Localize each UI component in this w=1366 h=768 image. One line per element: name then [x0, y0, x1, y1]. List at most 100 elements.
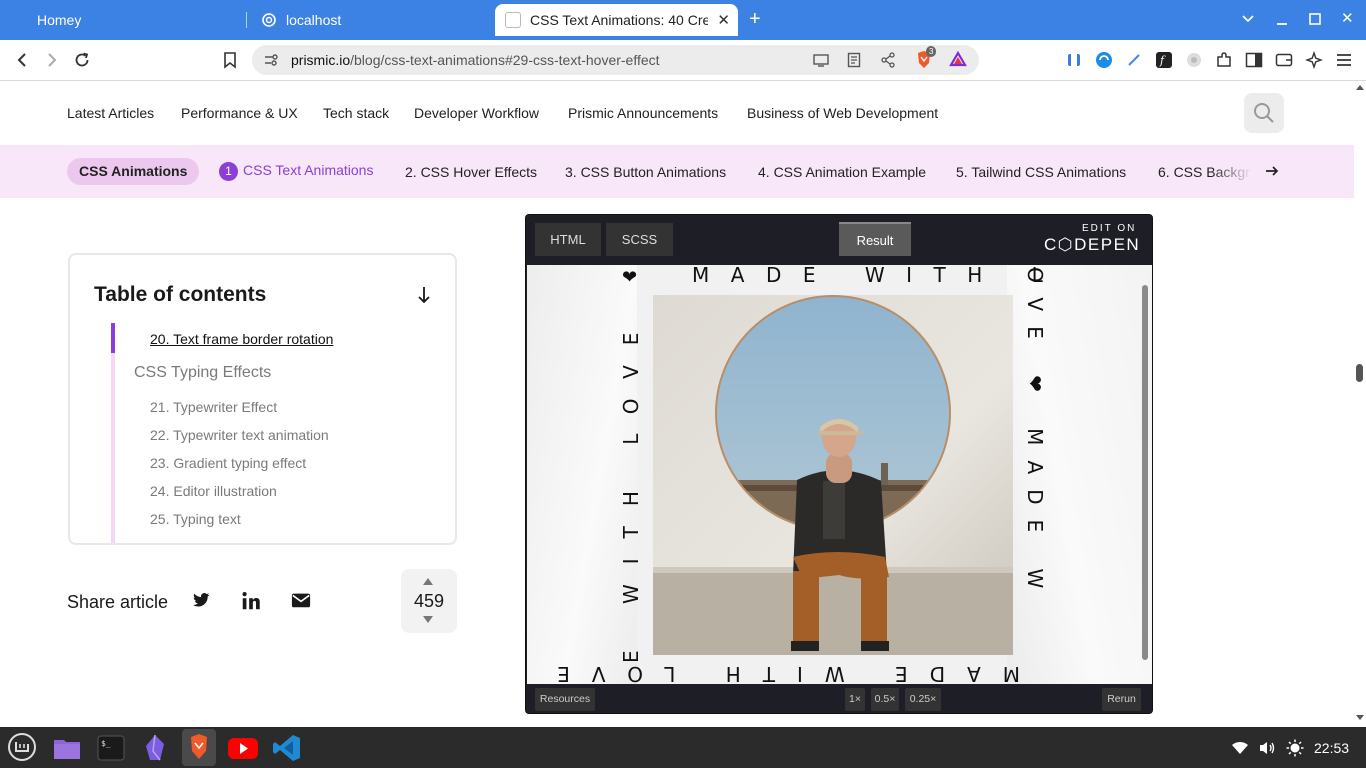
rerun-button[interactable]: Rerun	[1102, 688, 1141, 711]
heart-icon: ❤	[622, 267, 638, 288]
files-icon[interactable]	[52, 733, 82, 763]
zoom-half-button[interactable]: 0.5×	[871, 688, 899, 711]
url-path: /blog/css-text-animations#29-css-text-ho…	[350, 52, 660, 68]
toc-section-heading[interactable]: CSS Typing Effects	[134, 364, 271, 382]
series-item-hover-effects[interactable]: 2. CSS Hover Effects	[405, 164, 537, 180]
series-pill-css-animations[interactable]: CSS Animations	[67, 158, 200, 185]
font-extension-icon[interactable]: f	[1154, 50, 1174, 70]
current-label: CSS Text Animations	[243, 162, 374, 178]
series-item-current[interactable]: 1 CSS Text Animations	[219, 162, 373, 181]
email-icon[interactable]	[290, 590, 312, 612]
codepen-tab-result[interactable]: Result	[839, 222, 911, 256]
nav-performance-ux[interactable]: Performance & UX	[181, 105, 298, 121]
extension-sidepanel-icon[interactable]	[1064, 50, 1084, 70]
share-icon[interactable]	[880, 52, 896, 73]
close-window-icon[interactable]: ✕	[1341, 9, 1354, 29]
nav-prismic-announcements[interactable]: Prismic Announcements	[568, 105, 718, 121]
downvote-icon[interactable]	[423, 616, 433, 623]
toc-item-active[interactable]: 20. Text frame border rotation	[150, 331, 333, 347]
tab-css-text-animations[interactable]: CSS Text Animations: 40 Crea ✕	[495, 4, 738, 36]
resources-button[interactable]: Resources	[535, 688, 595, 711]
url-domain: prismic.io	[291, 52, 351, 68]
youtube-icon[interactable]	[227, 733, 258, 763]
back-icon[interactable]	[12, 50, 32, 70]
codepen-logo[interactable]: C⬡DEPEN	[1044, 235, 1140, 255]
linkedin-icon[interactable]	[240, 590, 262, 612]
toc-item[interactable]: 22. Typewriter text animation	[150, 427, 329, 443]
brave-rewards-icon[interactable]	[949, 50, 967, 72]
brave-taskbar-icon[interactable]	[182, 729, 216, 766]
mint-menu-icon[interactable]	[7, 732, 37, 762]
vote-widget: 459	[401, 569, 457, 633]
pen-extension-icon[interactable]	[1124, 50, 1144, 70]
codepen-tab-html[interactable]: HTML	[535, 223, 601, 256]
series-item-button-animations[interactable]: 3. CSS Button Animations	[565, 164, 726, 180]
toc-item[interactable]: 24. Editor illustration	[150, 483, 277, 499]
vote-count: 459	[413, 591, 445, 611]
frame-text-bottom: MADE WITH LOVE ❤	[527, 662, 1020, 684]
brightness-icon[interactable]	[1286, 739, 1304, 762]
page-scrollbar[interactable]	[1354, 81, 1366, 727]
edit-on-label: EDIT ON	[1082, 223, 1137, 234]
leo-ai-icon[interactable]	[1304, 50, 1324, 70]
nav-tech-stack[interactable]: Tech stack	[323, 105, 389, 121]
address-bar[interactable]: prismic.io/blog/css-text-animations#29-c…	[252, 45, 979, 75]
maximize-icon[interactable]	[1308, 9, 1322, 35]
toc-item[interactable]: 21. Typewriter Effect	[150, 399, 277, 415]
result-scrollbar[interactable]	[1140, 273, 1150, 677]
wifi-icon[interactable]	[1231, 740, 1249, 761]
sidebar-toggle-icon[interactable]	[1244, 50, 1264, 70]
toc-item[interactable]: 23. Gradient typing effect	[150, 455, 306, 471]
twitter-icon[interactable]	[191, 590, 213, 612]
site-top-nav: Latest Articles Performance & UX Tech st…	[0, 81, 1354, 145]
codepen-embed: HTML SCSS Result EDIT ON C⬡DEPEN MADE WI…	[525, 214, 1153, 714]
scrollbar-thumb[interactable]	[1142, 285, 1148, 660]
vscode-icon[interactable]	[272, 733, 302, 763]
new-tab-button[interactable]: +	[749, 9, 761, 29]
site-settings-icon[interactable]	[263, 52, 279, 73]
tab-homey[interactable]: Homey	[4, 4, 244, 36]
wallet-icon[interactable]	[1274, 50, 1294, 70]
menu-icon[interactable]	[1334, 50, 1354, 70]
arrow-right-icon[interactable]	[1264, 161, 1280, 186]
forward-icon[interactable]	[42, 50, 62, 70]
cast-icon[interactable]	[812, 52, 830, 73]
sync-extension-icon[interactable]	[1094, 50, 1114, 70]
nav-latest-articles[interactable]: Latest Articles	[67, 105, 154, 121]
terminal-icon[interactable]: $_	[96, 733, 126, 763]
zoom-1x-button[interactable]: 1×	[845, 688, 865, 711]
url-text: prismic.io/blog/css-text-animations#29-c…	[291, 52, 660, 68]
volume-icon[interactable]	[1258, 740, 1276, 761]
obsidian-icon[interactable]	[140, 733, 170, 763]
arrow-down-icon[interactable]	[416, 285, 432, 311]
page-scrollbar-thumb[interactable]	[1356, 364, 1363, 382]
extensions-puzzle-icon[interactable]	[1214, 50, 1234, 70]
series-item-animation-example[interactable]: 4. CSS Animation Example	[758, 164, 926, 180]
table-of-contents: Table of contents 20. Text frame border …	[68, 253, 457, 545]
color-extension-icon[interactable]	[1184, 50, 1204, 70]
series-item-tailwind[interactable]: 5. Tailwind CSS Animations	[956, 164, 1126, 180]
zoom-quarter-button[interactable]: 0.25×	[905, 688, 941, 711]
nav-developer-workflow[interactable]: Developer Workflow	[414, 105, 539, 121]
upvote-icon[interactable]	[423, 578, 433, 585]
chevron-down-icon[interactable]	[1242, 9, 1254, 35]
reload-icon[interactable]	[72, 50, 92, 70]
search-button[interactable]	[1244, 93, 1284, 133]
codepen-tab-scss[interactable]: SCSS	[606, 223, 673, 256]
scroll-down-arrow[interactable]	[1356, 715, 1364, 720]
share-label: Share article	[67, 592, 169, 612]
close-tab-icon[interactable]: ✕	[717, 11, 730, 29]
nav-business-web-dev[interactable]: Business of Web Development	[747, 105, 938, 121]
frame-text-right: OVE ❤ MADE W	[1023, 267, 1047, 604]
frame-text-top: MADE WITH L	[692, 265, 1065, 287]
codepen-result-frame: MADE WITH L ❤ E WITH LOVE OVE ❤ MADE W M…	[527, 265, 1152, 684]
bookmark-icon[interactable]	[220, 50, 240, 70]
scroll-up-arrow[interactable]	[1356, 85, 1364, 90]
current-number-badge: 1	[219, 162, 238, 181]
browser-tab-bar: Homey localhost CSS Text Animations: 40 …	[0, 0, 1366, 40]
toc-item[interactable]: 25. Typing text	[150, 511, 241, 527]
taskbar-clock[interactable]: 22:53	[1314, 740, 1349, 756]
tab-localhost[interactable]: localhost	[251, 4, 491, 36]
reader-mode-icon[interactable]	[847, 52, 861, 73]
minimize-icon[interactable]	[1276, 9, 1288, 35]
